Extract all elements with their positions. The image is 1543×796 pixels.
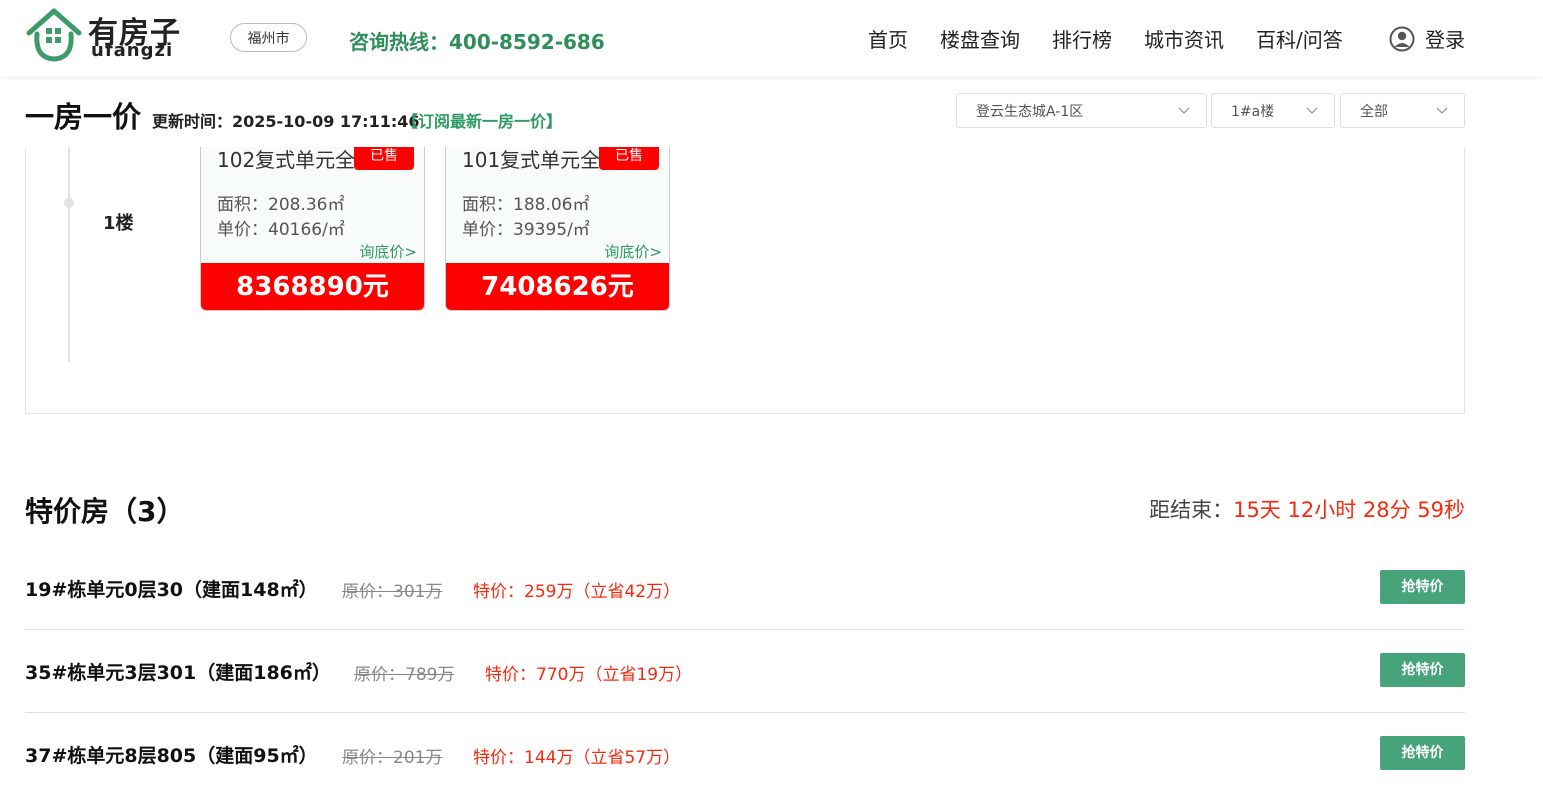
logo-subtext: ufangzi [91, 40, 174, 61]
update-time: 更新时间：2025-10-09 17:11:46 [152, 112, 420, 131]
special-price: 特价：259万（立省42万） [473, 582, 681, 602]
building-select-value: 1#a楼 [1231, 103, 1275, 120]
section-title: 一房一价 [25, 100, 142, 134]
status-select[interactable]: 全部 [1340, 93, 1465, 128]
nav-city-news[interactable]: 城市资讯 [1144, 24, 1224, 53]
login-button[interactable]: 登录 [1389, 24, 1465, 53]
countdown-value: 15天 12小时 28分 59秒 [1233, 498, 1465, 522]
subscribe-link[interactable]: 【订阅最新一房一价】 [402, 108, 562, 132]
user-avatar-icon [1389, 26, 1415, 51]
site-header: 有房子 ufangzi 福州市 咨询热线：400-8592-686 首页 楼盘查… [0, 0, 1543, 76]
grab-offer-button[interactable]: 抢特价 [1380, 570, 1465, 604]
unit-total-price: 7408626元 [446, 263, 669, 310]
nav-wiki-qa[interactable]: 百科/问答 [1256, 24, 1343, 53]
special-offer-row: 19#栋单元0层30（建面148㎡） 原价：301万 特价：259万（立省42万… [25, 547, 1465, 630]
unit-total-price: 8368890元 [201, 263, 424, 310]
building-panel[interactable]: 1楼 102复式单元全 已售 面积：208.36㎡ 单价：40166/㎡ 询底价… [25, 147, 1465, 414]
offer-unit-name: 19#栋单元0层30（建面148㎡） [25, 579, 318, 601]
special-price: 特价：770万（立省19万） [485, 665, 693, 685]
floor-timeline [68, 147, 70, 362]
countdown-label: 距结束： [1149, 498, 1234, 522]
project-select-value: 登云生态城A-1区 [976, 103, 1084, 120]
chevron-down-icon [1178, 107, 1190, 114]
ask-floor-price-link[interactable]: 询底价> [359, 241, 417, 262]
chevron-down-icon [1306, 107, 1318, 114]
special-price: 特价：144万（立省57万） [473, 748, 681, 768]
hotline: 咨询热线：400-8592-686 [349, 30, 605, 54]
offer-unit-name: 37#栋单元8层805（建面95㎡） [25, 745, 318, 767]
sold-badge: 已售 [599, 147, 659, 170]
ask-floor-price-link[interactable]: 询底价> [604, 241, 662, 262]
grab-offer-button[interactable]: 抢特价 [1380, 736, 1465, 770]
unit-name: 101复式单元全 [462, 148, 601, 172]
logo[interactable]: 有房子 ufangzi [25, 6, 195, 64]
timeline-dot [64, 198, 74, 208]
status-select-value: 全部 [1360, 103, 1388, 120]
special-offer-row: 35#栋单元3层301（建面186㎡） 原价：789万 特价：770万（立省19… [25, 630, 1465, 713]
unit-area: 面积：208.36㎡ [217, 195, 345, 215]
main-nav: 首页 楼盘查询 排行榜 城市资讯 百科/问答 [868, 24, 1375, 53]
unit-card[interactable]: 101复式单元全 已售 面积：188.06㎡ 单价：39395/㎡ 询底价> 7… [445, 147, 670, 311]
grab-offer-button[interactable]: 抢特价 [1380, 653, 1465, 687]
project-select[interactable]: 登云生态城A-1区 [956, 93, 1207, 128]
building-select[interactable]: 1#a楼 [1211, 93, 1335, 128]
unit-unit-price: 单价：39395/㎡ [462, 220, 590, 240]
original-price: 原价：301万 [342, 582, 443, 602]
login-label: 登录 [1425, 28, 1465, 52]
special-offer-row: 37#栋单元8层805（建面95㎡） 原价：201万 特价：144万（立省57万… [25, 713, 1465, 796]
original-price: 原价：789万 [354, 665, 455, 685]
sold-badge: 已售 [354, 147, 414, 170]
unit-unit-price: 单价：40166/㎡ [217, 220, 345, 240]
nav-home[interactable]: 首页 [868, 24, 908, 53]
floor-label: 1楼 [103, 213, 134, 234]
nav-rankings[interactable]: 排行榜 [1052, 24, 1112, 53]
unit-name: 102复式单元全 [217, 148, 356, 172]
unit-area: 面积：188.06㎡ [462, 195, 590, 215]
offer-unit-name: 35#栋单元3层301（建面186㎡） [25, 662, 331, 684]
unit-card[interactable]: 102复式单元全 已售 面积：208.36㎡ 单价：40166/㎡ 询底价> 8… [200, 147, 425, 311]
chevron-down-icon [1436, 107, 1448, 114]
special-title: 特价房（3） [25, 495, 185, 528]
city-selector[interactable]: 福州市 [230, 23, 307, 52]
original-price: 原价：201万 [342, 748, 443, 768]
countdown: 距结束：15天 12小时 28分 59秒 [1149, 494, 1465, 524]
nav-property-search[interactable]: 楼盘查询 [940, 24, 1020, 53]
logo-house-icon [26, 8, 82, 62]
